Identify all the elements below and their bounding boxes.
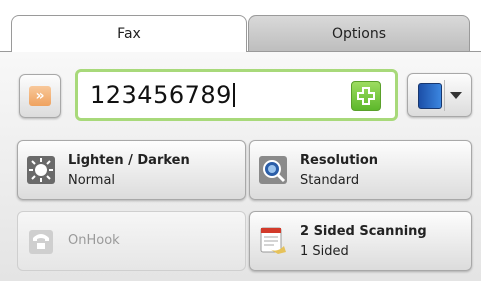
add-recipient-icon: [357, 87, 375, 105]
next-arrow-icon: »: [29, 86, 51, 106]
lighten-darken-title: Lighten / Darken: [68, 153, 190, 168]
tab-fax[interactable]: Fax: [11, 15, 247, 52]
two-sided-value: 1 Sided: [300, 244, 349, 259]
resolution-button[interactable]: Resolution Standard: [249, 140, 472, 200]
fax-screen: Options Fax » 123456789 Lighten / Darken…: [0, 0, 481, 281]
lighten-darken-button[interactable]: Lighten / Darken Normal: [17, 140, 246, 200]
fax-number-field[interactable]: 123456789: [75, 69, 398, 121]
resolution-icon: [259, 156, 287, 184]
onhook-title: OnHook: [68, 233, 120, 248]
dropdown-divider: [444, 80, 445, 111]
two-sided-scanning-button[interactable]: 2 Sided Scanning 1 Sided: [249, 211, 472, 271]
tab-options[interactable]: Options: [248, 15, 470, 52]
add-recipient-button[interactable]: [351, 81, 381, 111]
resolution-title: Resolution: [300, 153, 379, 168]
next-recipient-button[interactable]: »: [19, 74, 61, 118]
phone-icon: [29, 230, 53, 254]
fax-number-value: 123456789: [90, 81, 235, 109]
two-sided-icon: [260, 227, 286, 254]
onhook-button[interactable]: OnHook: [17, 211, 246, 271]
tab-fax-label: Fax: [117, 26, 141, 42]
two-sided-title: 2 Sided Scanning: [300, 224, 427, 239]
sun-icon: [27, 156, 55, 184]
address-book-button[interactable]: [407, 73, 472, 117]
chevron-down-icon: [450, 92, 462, 99]
resolution-value: Standard: [300, 173, 360, 188]
lighten-darken-value: Normal: [68, 173, 116, 188]
address-book-icon: [418, 83, 442, 109]
tab-options-label: Options: [331, 26, 387, 42]
